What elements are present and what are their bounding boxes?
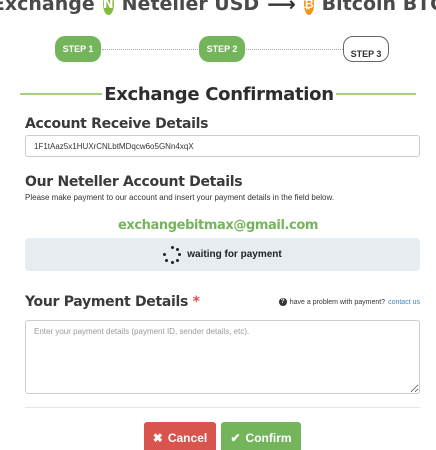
close-icon: ✖ [152,431,163,445]
arrow-right-icon: ⟶ [267,0,296,16]
step-1: STEP 1 [55,36,101,62]
step-connector [102,49,198,50]
to-currency: Bitcoin BTC [321,0,436,15]
page-title: Exchange Confirmation [104,83,334,105]
title-rule-left [20,93,103,95]
section-title: Exchange Confirmation [0,82,436,106]
from-currency: Neteller USD [121,0,260,15]
payment-details-label: Your Payment Details * [25,294,200,310]
check-icon: ✔ [230,431,241,445]
account-receive-label: Account Receive Details [25,116,209,132]
question-circle-icon: ? [278,298,287,306]
confirm-button[interactable]: ✔ Confirm [221,422,301,450]
bitcoin-icon: ₿ [303,0,314,15]
step-connector [246,49,343,50]
contact-us-link[interactable]: contact us [388,299,420,306]
payment-email: exchangebitmax@gmail.com [117,218,319,233]
confirm-label: Confirm [245,431,292,445]
required-mark: * [192,294,200,310]
exchange-header: Exchange N Neteller USD ⟶ ₿ Bitcoin BTC [0,0,436,17]
status-text: waiting for payment [187,249,282,260]
help-text: have a problem with payment? [289,298,386,306]
spinner-icon [163,245,182,264]
cancel-label: Cancel [167,431,208,445]
receive-address-field[interactable]: 1F1tAaz5x1HUXrCNLbtMDqcw6o5GNn4xqX [25,135,420,157]
payment-instruction: Please make payment to our account and i… [25,193,335,202]
step-progress: STEP 1 STEP 2 STEP 3 [0,36,436,64]
payment-status: waiting for payment [25,238,420,271]
title-rule-right [335,93,416,95]
neteller-icon: N [102,0,114,15]
cancel-button[interactable]: ✖ Cancel [144,422,216,450]
step-3: STEP 3 [343,36,389,62]
payment-help: ? have a problem with payment? contact u… [278,298,420,306]
exchange-label: Exchange [0,0,95,15]
payment-details-label-text: Your Payment Details [25,294,189,310]
our-account-label: Our Neteller Account Details [25,174,243,190]
step-2: STEP 2 [199,36,245,62]
divider [25,407,420,408]
payment-details-input[interactable] [25,320,420,394]
